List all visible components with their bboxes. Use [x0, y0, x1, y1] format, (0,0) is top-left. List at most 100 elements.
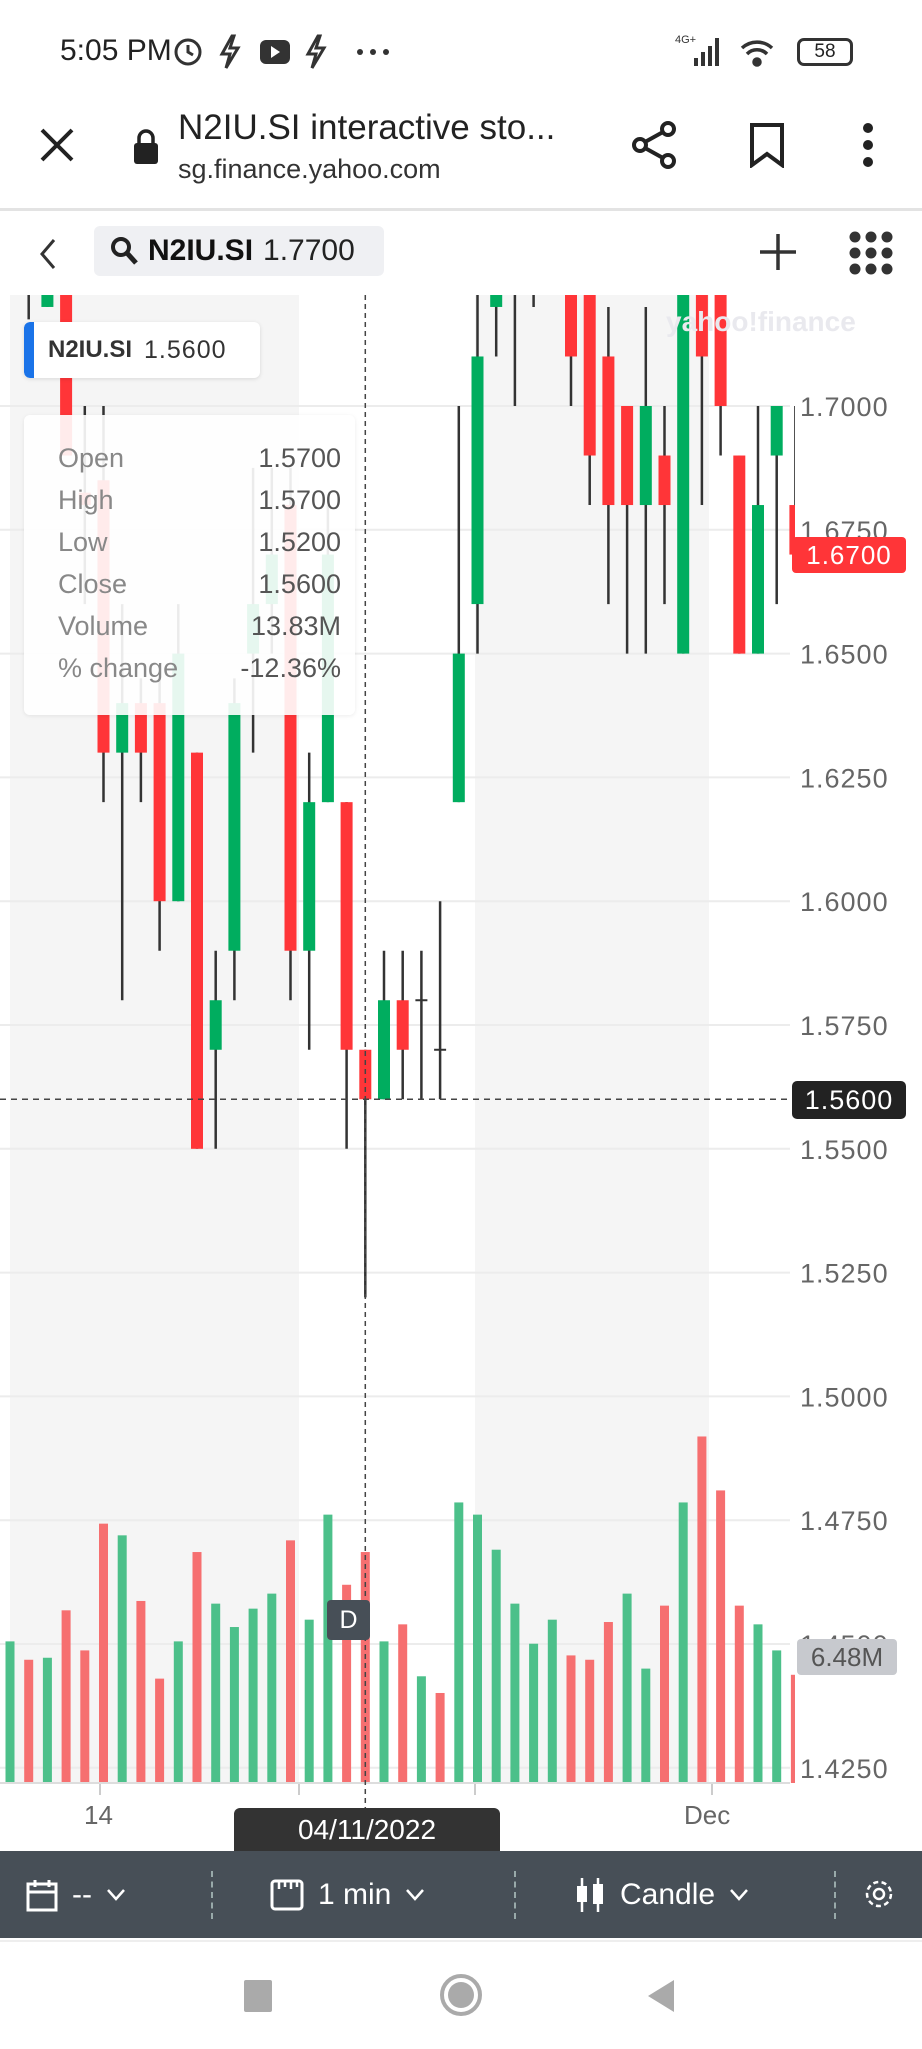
tooltip-value: 1.5700	[258, 443, 341, 473]
series-color-marker	[24, 322, 34, 378]
volume-bar	[173, 1641, 183, 1783]
dividend-badge[interactable]: D	[327, 1600, 370, 1640]
tooltip-label: Volume	[58, 611, 149, 641]
volume-bar	[435, 1692, 445, 1783]
recent-apps-button[interactable]	[244, 1980, 272, 2012]
x-tick-label: 14	[84, 1800, 113, 1830]
tooltip-value: -12.36%	[240, 653, 341, 683]
candle-body	[583, 295, 596, 456]
volume-bar	[379, 1641, 389, 1783]
candle-body	[658, 455, 671, 506]
volume-bar	[267, 1593, 277, 1783]
candlestick-chart[interactable]: 1.70001.67501.65001.62501.60001.57501.55…	[0, 0, 922, 1851]
volume-bar	[304, 1619, 314, 1783]
chart-type-dropdown[interactable]: Candle	[574, 1851, 749, 1938]
volume-label: 6.48M	[797, 1639, 897, 1675]
tooltip-value: 1.5600	[258, 569, 341, 599]
volume-bar	[790, 1674, 795, 1783]
candle-body	[4, 208, 16, 233]
volume-bar	[61, 1610, 71, 1783]
volume-bar	[211, 1603, 221, 1783]
volume-bar	[323, 1514, 333, 1783]
date-range-dropdown[interactable]: --	[26, 1851, 126, 1938]
y-tick-label: 1.4750	[800, 1506, 889, 1536]
candle-body	[209, 1000, 222, 1050]
tooltip-label: % change	[58, 653, 179, 683]
volume-bar	[229, 1627, 239, 1783]
interval-dropdown[interactable]: 1 min	[270, 1851, 425, 1938]
volume-bar	[80, 1650, 90, 1783]
crosshair-price-label: 1.5600	[792, 1081, 906, 1119]
separator	[834, 1871, 836, 1919]
volume-bar	[585, 1659, 595, 1783]
calendar-icon	[26, 1879, 58, 1911]
volume-bar	[491, 1549, 501, 1783]
candle-body	[340, 802, 353, 1050]
separator	[514, 1871, 516, 1919]
candle-body	[191, 752, 203, 1149]
volume-bar	[473, 1514, 482, 1783]
current-price-label: 1.6700	[792, 537, 906, 573]
chevron-down-icon	[730, 1888, 749, 1901]
tooltip-row: Volume 13.83M	[58, 611, 341, 653]
volume-bar	[678, 1502, 688, 1783]
volume-bar	[136, 1600, 146, 1783]
volume-bar	[772, 1650, 782, 1783]
volume-bar	[734, 1605, 744, 1783]
candle-body	[546, 208, 558, 233]
volume-bar	[660, 1605, 669, 1783]
candle-body	[733, 455, 746, 654]
tooltip-value: 13.83M	[250, 611, 341, 641]
y-tick-label: 1.4250	[800, 1754, 889, 1784]
volume-bar	[42, 1657, 52, 1783]
tooltip-label: High	[58, 485, 114, 515]
tooltip-label: Close	[58, 569, 128, 599]
candle-body	[153, 703, 166, 902]
crosshair-date-label: 04/11/2022	[234, 1808, 500, 1851]
ohlc-tooltip: Open 1.5700 High 1.5700 Low 1.5200 Close 1.5600…	[24, 415, 355, 715]
gear-icon[interactable]	[862, 1877, 896, 1911]
candle-body	[528, 233, 540, 258]
chart-type-value: Candle	[620, 1877, 716, 1911]
volume-bar	[716, 1490, 726, 1783]
volume-bar	[248, 1608, 258, 1783]
tooltip-row: % change -12.36%	[58, 653, 341, 695]
volume-bar	[99, 1523, 108, 1783]
chart-toolbar: -- 1 min Candle	[0, 1851, 922, 1938]
candle-body	[490, 295, 503, 307]
y-tick-label: 1.5750	[800, 1011, 889, 1041]
y-tick-label: 1.5250	[800, 1259, 889, 1289]
tooltip-label: Low	[58, 527, 108, 557]
candle-body	[23, 257, 35, 282]
volume-bar	[510, 1603, 520, 1783]
legend-symbol: N2IU.SI	[48, 336, 133, 363]
candle-body	[565, 295, 577, 357]
candle-body	[639, 406, 652, 506]
volume-bar	[286, 1540, 295, 1783]
candle-body	[752, 505, 764, 654]
volume-bar	[117, 1535, 127, 1783]
chart-legend: N2IU.SI 1.5600	[24, 322, 260, 378]
back-button[interactable]	[646, 1978, 676, 2014]
volume-bar	[547, 1619, 557, 1783]
x-tick-label: Dec	[684, 1800, 731, 1830]
ruler-icon	[270, 1879, 304, 1910]
candle-icon	[577, 1877, 603, 1912]
volume-bar	[192, 1552, 202, 1783]
volume-bar	[155, 1678, 165, 1783]
tooltip-row: Open 1.5700	[58, 443, 341, 485]
y-tick-label: 1.5000	[800, 1382, 889, 1412]
volume-bar	[529, 1643, 539, 1783]
candle-body	[452, 653, 465, 803]
candle-body	[41, 295, 54, 307]
tooltip-value: 1.5700	[258, 485, 341, 515]
volume-bar	[753, 1624, 763, 1783]
volume-bar	[398, 1624, 408, 1783]
tooltip-row: High 1.5700	[58, 485, 341, 527]
volume-bar	[24, 1659, 34, 1783]
yahoo-finance-watermark: yahoo!finance	[666, 306, 856, 337]
home-button[interactable]	[440, 1974, 482, 2016]
interval-value: 1 min	[318, 1877, 392, 1911]
candle-body	[303, 802, 316, 951]
volume-bar	[603, 1622, 613, 1783]
